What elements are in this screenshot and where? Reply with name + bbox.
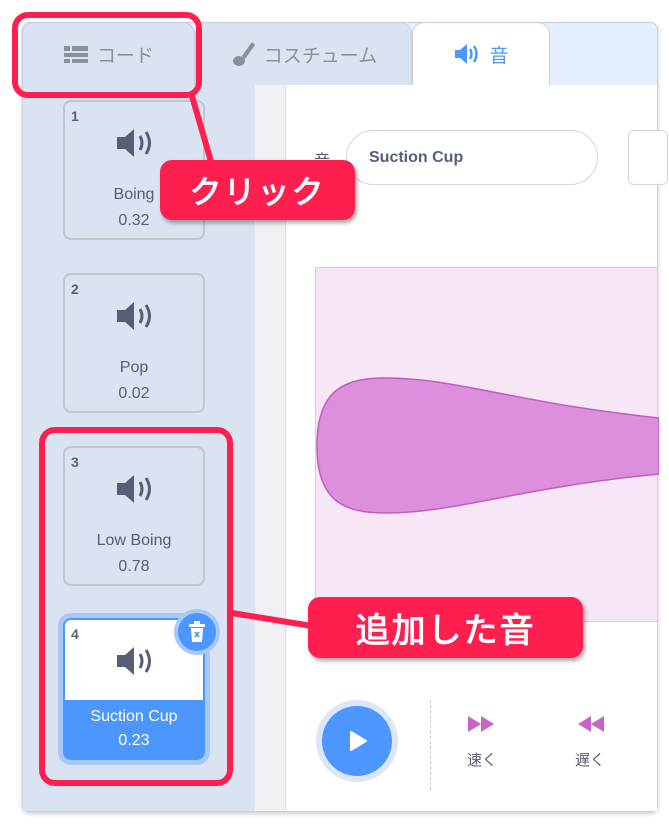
highlight-added-sounds — [39, 427, 233, 786]
callout-added-sound: 追加した音 — [308, 597, 583, 658]
callout-click: クリック — [160, 160, 355, 220]
